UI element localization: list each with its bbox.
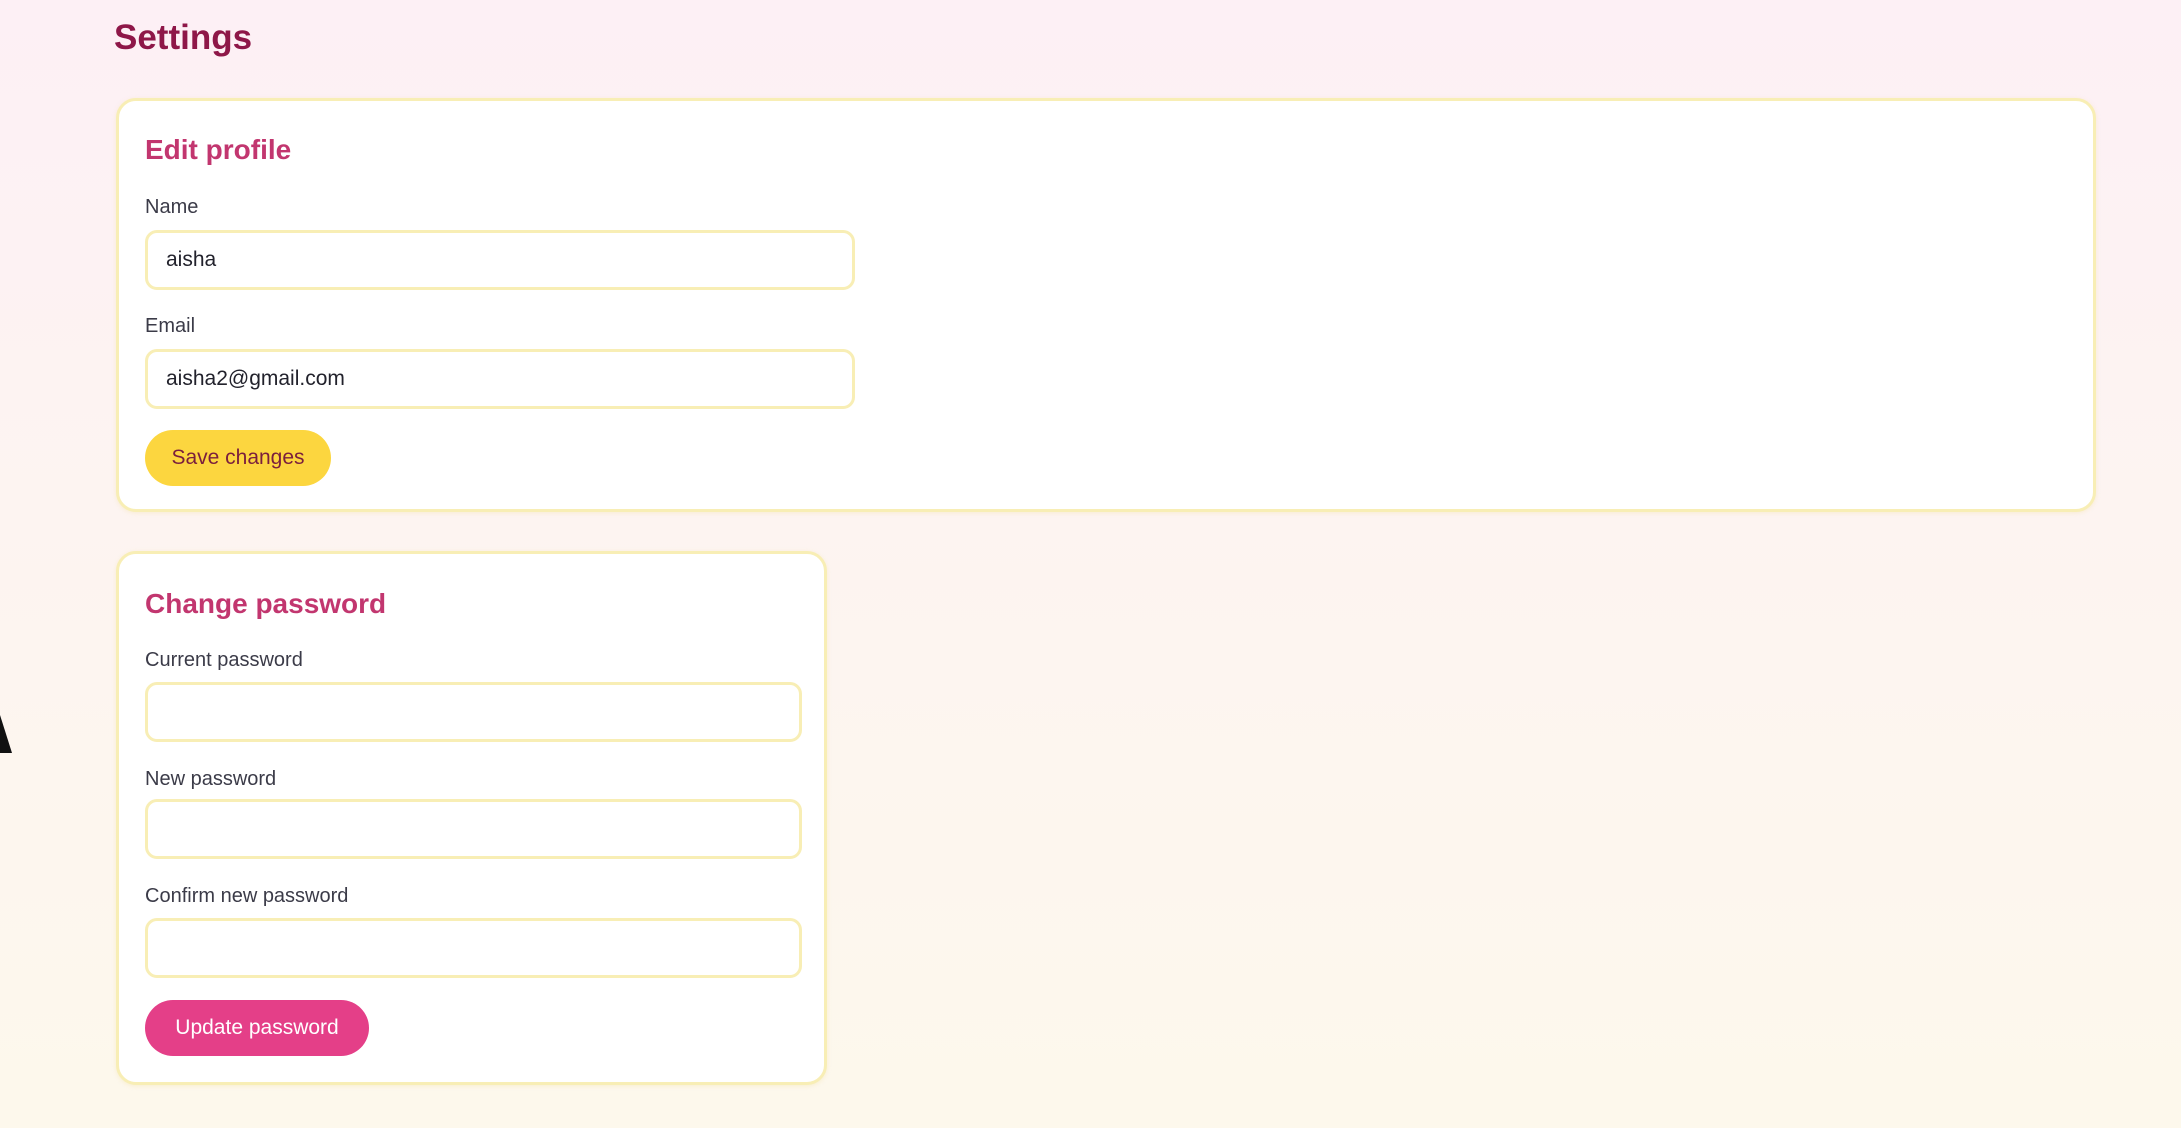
- edit-profile-card: Edit profile Name Email Save changes: [116, 98, 2096, 512]
- confirm-password-input[interactable]: [145, 918, 802, 978]
- name-input[interactable]: [145, 230, 855, 290]
- name-label: Name: [145, 196, 199, 218]
- new-password-label: New password: [145, 768, 277, 790]
- current-password-input[interactable]: [145, 682, 802, 742]
- mouse-cursor-icon: [0, 715, 12, 753]
- new-password-input[interactable]: [145, 799, 802, 859]
- confirm-password-label: Confirm new password: [145, 885, 349, 907]
- edit-profile-heading: Edit profile: [145, 134, 292, 165]
- email-label: Email: [145, 315, 196, 337]
- change-password-heading: Change password: [145, 588, 387, 619]
- change-password-card: Change password Current password New pas…: [116, 551, 827, 1085]
- email-input[interactable]: [145, 349, 855, 409]
- update-password-button[interactable]: Update password: [145, 1000, 369, 1056]
- current-password-label: Current password: [145, 649, 303, 671]
- page-title: Settings: [114, 18, 253, 57]
- save-changes-button[interactable]: Save changes: [145, 430, 331, 486]
